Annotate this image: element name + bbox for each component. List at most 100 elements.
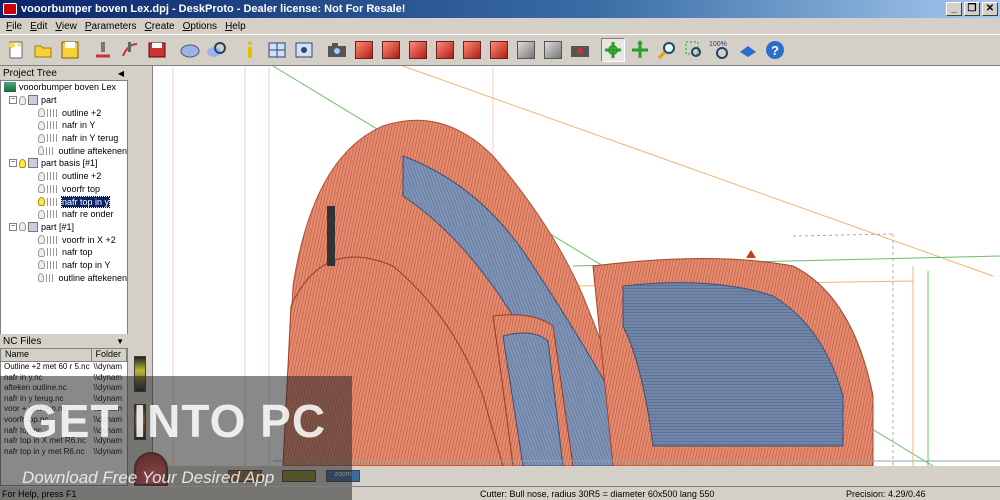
info-icon[interactable] — [238, 38, 262, 62]
title-bar: vooorbumper boven Lex.dpj - DeskProto - … — [0, 0, 1000, 18]
tree-item-label: voorfr top — [62, 183, 101, 194]
camera-icon[interactable] — [325, 38, 349, 62]
view-left-icon[interactable] — [406, 38, 430, 62]
toolpath-icon[interactable] — [118, 38, 142, 62]
view-front-icon[interactable] — [352, 38, 376, 62]
tree-item-label: part basis [#1] — [41, 158, 98, 169]
tree-item[interactable]: outline aftekenen — [1, 144, 127, 157]
project-tree-title: Project Tree — [3, 67, 57, 79]
visibility-bulb-icon[interactable] — [38, 273, 44, 283]
collapse-arrow-icon[interactable]: ◀ — [118, 69, 124, 78]
tree-item[interactable]: − part basis [#1] — [1, 157, 127, 170]
watermark-subtitle: Download Free Your Desired App — [22, 468, 275, 487]
tree-item[interactable]: outline +2 — [1, 106, 127, 119]
nc-files-header: NC Files ▼ — [0, 334, 128, 348]
tree-item[interactable]: nafr in Y — [1, 119, 127, 132]
minimize-button[interactable]: _ — [946, 2, 962, 16]
tree-item[interactable]: voorfr in X +2 — [1, 233, 127, 246]
project-root-icon — [4, 82, 16, 93]
menu-edit[interactable]: Edit — [26, 21, 51, 32]
visibility-bulb-icon[interactable] — [19, 222, 26, 232]
tree-item-label: part [#1] — [41, 221, 75, 232]
column-folder[interactable]: Folder — [92, 349, 127, 361]
visibility-bulb-icon[interactable] — [38, 184, 45, 194]
tree-item[interactable]: − part — [1, 94, 127, 107]
zoom-window-icon[interactable] — [682, 38, 706, 62]
visibility-bulb-icon[interactable] — [38, 235, 45, 245]
tree-item[interactable]: nafr in Y terug — [1, 132, 127, 145]
nc-file-row[interactable]: Outline +2 met 60 r 5.nc \\dynam — [1, 362, 127, 373]
new-file-icon[interactable] — [4, 38, 28, 62]
nc-file-name: Outline +2 met 60 r 5.nc — [4, 362, 90, 371]
tree-item-label: nafr top in Y — [62, 259, 111, 270]
visibility-bulb-icon[interactable] — [38, 133, 45, 143]
tree-item[interactable]: voorfr top — [1, 183, 127, 196]
save-nc-icon[interactable] — [145, 38, 169, 62]
visibility-bulb-icon[interactable] — [38, 260, 45, 270]
tree-item-label: outline aftekenen — [58, 145, 127, 156]
machine-icon[interactable] — [91, 38, 115, 62]
visibility-bulb-icon[interactable] — [19, 158, 26, 168]
visibility-bulb-icon[interactable] — [38, 120, 45, 130]
restore-button[interactable]: ❐ — [964, 2, 980, 16]
menu-parameters[interactable]: Parameters — [81, 21, 141, 32]
tree-item[interactable]: nafr top in Y — [1, 259, 127, 272]
expander-icon[interactable]: − — [9, 222, 17, 231]
zoom-100-icon[interactable]: 100% — [709, 38, 733, 62]
view-back-icon[interactable] — [379, 38, 403, 62]
viewport-icon[interactable] — [292, 38, 316, 62]
dropdown-arrow-icon[interactable]: ▼ — [116, 337, 124, 346]
menu-bar: File Edit View Parameters Create Options… — [0, 18, 1000, 34]
visibility-bulb-icon[interactable] — [38, 171, 45, 181]
menu-help[interactable]: Help — [221, 21, 250, 32]
manual-icon[interactable] — [736, 38, 760, 62]
pan-icon[interactable] — [628, 38, 652, 62]
tree-item[interactable]: − part [#1] — [1, 221, 127, 234]
view-iso-icon[interactable] — [514, 38, 538, 62]
zoom-part-icon[interactable] — [205, 38, 229, 62]
toolpath-icon — [47, 184, 59, 193]
tree-item-label: outline +2 — [62, 171, 102, 182]
tree-item[interactable]: nafr re onder — [1, 208, 127, 221]
status-help: For Help, press F1 — [2, 488, 77, 499]
open-folder-icon[interactable] — [31, 38, 55, 62]
visibility-bulb-icon[interactable] — [38, 146, 44, 156]
tree-item-label: nafr top — [62, 247, 93, 258]
tree-item[interactable]: vooorbumper boven Lex — [1, 81, 127, 94]
visibility-bulb-icon[interactable] — [19, 95, 26, 105]
toolpath-icon — [45, 273, 56, 282]
screenshot-icon[interactable] — [568, 38, 592, 62]
nc-files-title: NC Files — [3, 335, 42, 347]
visibility-bulb-icon[interactable] — [38, 247, 45, 257]
expander-icon[interactable]: − — [9, 159, 17, 168]
visibility-bulb-icon[interactable] — [38, 108, 45, 118]
toolpath-icon — [45, 146, 56, 155]
menu-options[interactable]: Options — [179, 21, 221, 32]
tree-item[interactable]: nafr top — [1, 246, 127, 259]
view-top-icon[interactable] — [460, 38, 484, 62]
expander-icon[interactable]: − — [9, 96, 17, 105]
nc-files-column-header: Name Folder — [1, 349, 127, 362]
part-icon[interactable] — [178, 38, 202, 62]
rotate-icon[interactable] — [601, 38, 625, 62]
tree-item-label: part — [41, 95, 57, 106]
part-icon — [28, 158, 38, 169]
tree-item[interactable]: outline aftekenen — [1, 271, 127, 284]
menu-create[interactable]: Create — [141, 21, 179, 32]
visibility-bulb-icon[interactable] — [38, 209, 45, 219]
window-icon[interactable] — [265, 38, 289, 62]
view-right-icon[interactable] — [433, 38, 457, 62]
close-button[interactable]: ✕ — [982, 2, 998, 16]
visibility-bulb-icon[interactable] — [38, 197, 45, 207]
menu-file[interactable]: File — [2, 21, 26, 32]
tree-item[interactable]: outline +2 — [1, 170, 127, 183]
save-icon[interactable] — [58, 38, 82, 62]
help-icon[interactable]: ? — [763, 38, 787, 62]
zoom-icon[interactable] — [655, 38, 679, 62]
menu-view[interactable]: View — [51, 21, 81, 32]
column-name[interactable]: Name — [1, 349, 92, 361]
view-shaded-icon[interactable] — [541, 38, 565, 62]
tree-item[interactable]: nafr top in y — [1, 195, 127, 208]
view-bottom-icon[interactable] — [487, 38, 511, 62]
tree-item-label: vooorbumper boven Lex — [19, 82, 117, 93]
